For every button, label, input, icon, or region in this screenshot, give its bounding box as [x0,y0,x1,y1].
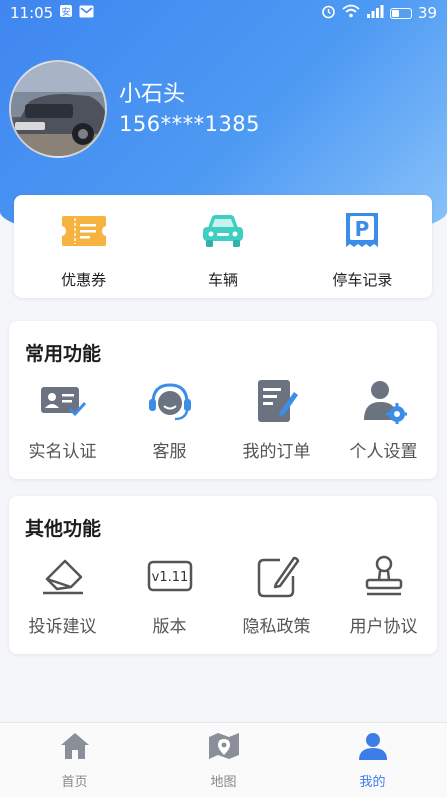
complaint-button[interactable]: 投诉建议 [9,552,116,637]
headset-icon [145,377,195,425]
personal-settings-label: 个人设置 [349,442,418,462]
eraser-icon [38,552,88,600]
svg-text:安: 安 [62,6,71,18]
other-functions-card: 其他功能 投诉建议 v1.11 版本 隐私政策 用户协议 [9,496,437,654]
vehicle-button[interactable]: 车辆 [153,195,292,298]
tab-home[interactable]: 首页 [0,723,149,797]
personal-settings-button[interactable]: 个人设置 [330,377,437,462]
tab-mine-label: 我的 [359,775,386,790]
battery-level: 39 [417,4,437,22]
id-card-icon [38,377,88,425]
real-name-auth-label: 实名认证 [28,442,97,462]
app-notification-icon: 安 [59,4,73,22]
bottom-tab-bar: 首页 地图 我的 [0,722,447,797]
status-time: 11:05 [10,4,54,22]
my-orders-button[interactable]: 我的订单 [223,377,330,462]
quick-actions-card: 优惠券 车辆 P 停车记录 [14,195,432,298]
coupon-button[interactable]: 优惠券 [14,195,153,298]
tab-map[interactable]: 地图 [149,723,298,797]
wifi-icon [342,4,360,22]
privacy-policy-button[interactable]: 隐私政策 [223,552,330,637]
avatar[interactable] [9,60,107,158]
user-agreement-button[interactable]: 用户协议 [330,552,437,637]
version-icon: v1.11 [145,552,195,600]
profile-section[interactable]: 小石头 156****1385 [9,60,260,158]
ticket-icon [60,211,108,251]
svg-text:P: P [355,217,370,241]
other-functions-title: 其他功能 [25,518,102,540]
order-icon [252,377,302,425]
version-button[interactable]: v1.11 版本 [116,552,223,637]
status-bar: 11:05 安 39 [0,0,447,26]
parking-record-label: 停车记录 [332,271,393,289]
privacy-policy-label: 隐私政策 [242,617,311,637]
profile-icon [357,731,389,765]
username: 小石头 [119,82,186,107]
edit-icon [252,552,302,600]
customer-service-button[interactable]: 客服 [116,377,223,462]
phone-number: 156****1385 [119,112,261,136]
home-icon [59,731,91,765]
tab-map-label: 地图 [210,775,237,790]
user-agreement-label: 用户协议 [349,617,418,637]
mail-icon [79,4,94,22]
common-functions-card: 常用功能 实名认证 客服 我的订单 个人设置 [9,321,437,479]
tab-mine[interactable]: 我的 [298,723,447,797]
complaint-label: 投诉建议 [28,617,97,637]
my-orders-label: 我的订单 [242,442,311,462]
parking-record-button[interactable]: P 停车记录 [293,195,432,298]
user-settings-icon [359,377,409,425]
vehicle-label: 车辆 [207,271,238,289]
version-badge: v1.11 [151,570,188,585]
signal-icon [366,4,384,22]
stamp-icon [359,552,409,600]
map-icon [207,731,241,765]
common-functions-title: 常用功能 [25,343,102,365]
coupon-label: 优惠券 [61,271,107,289]
tab-home-label: 首页 [61,775,88,790]
customer-service-label: 客服 [152,442,187,462]
parking-receipt-icon: P [338,211,386,251]
car-icon [199,211,247,251]
battery-icon [389,7,412,19]
alarm-icon [321,4,336,23]
real-name-auth-button[interactable]: 实名认证 [9,377,116,462]
version-label: 版本 [152,617,187,637]
